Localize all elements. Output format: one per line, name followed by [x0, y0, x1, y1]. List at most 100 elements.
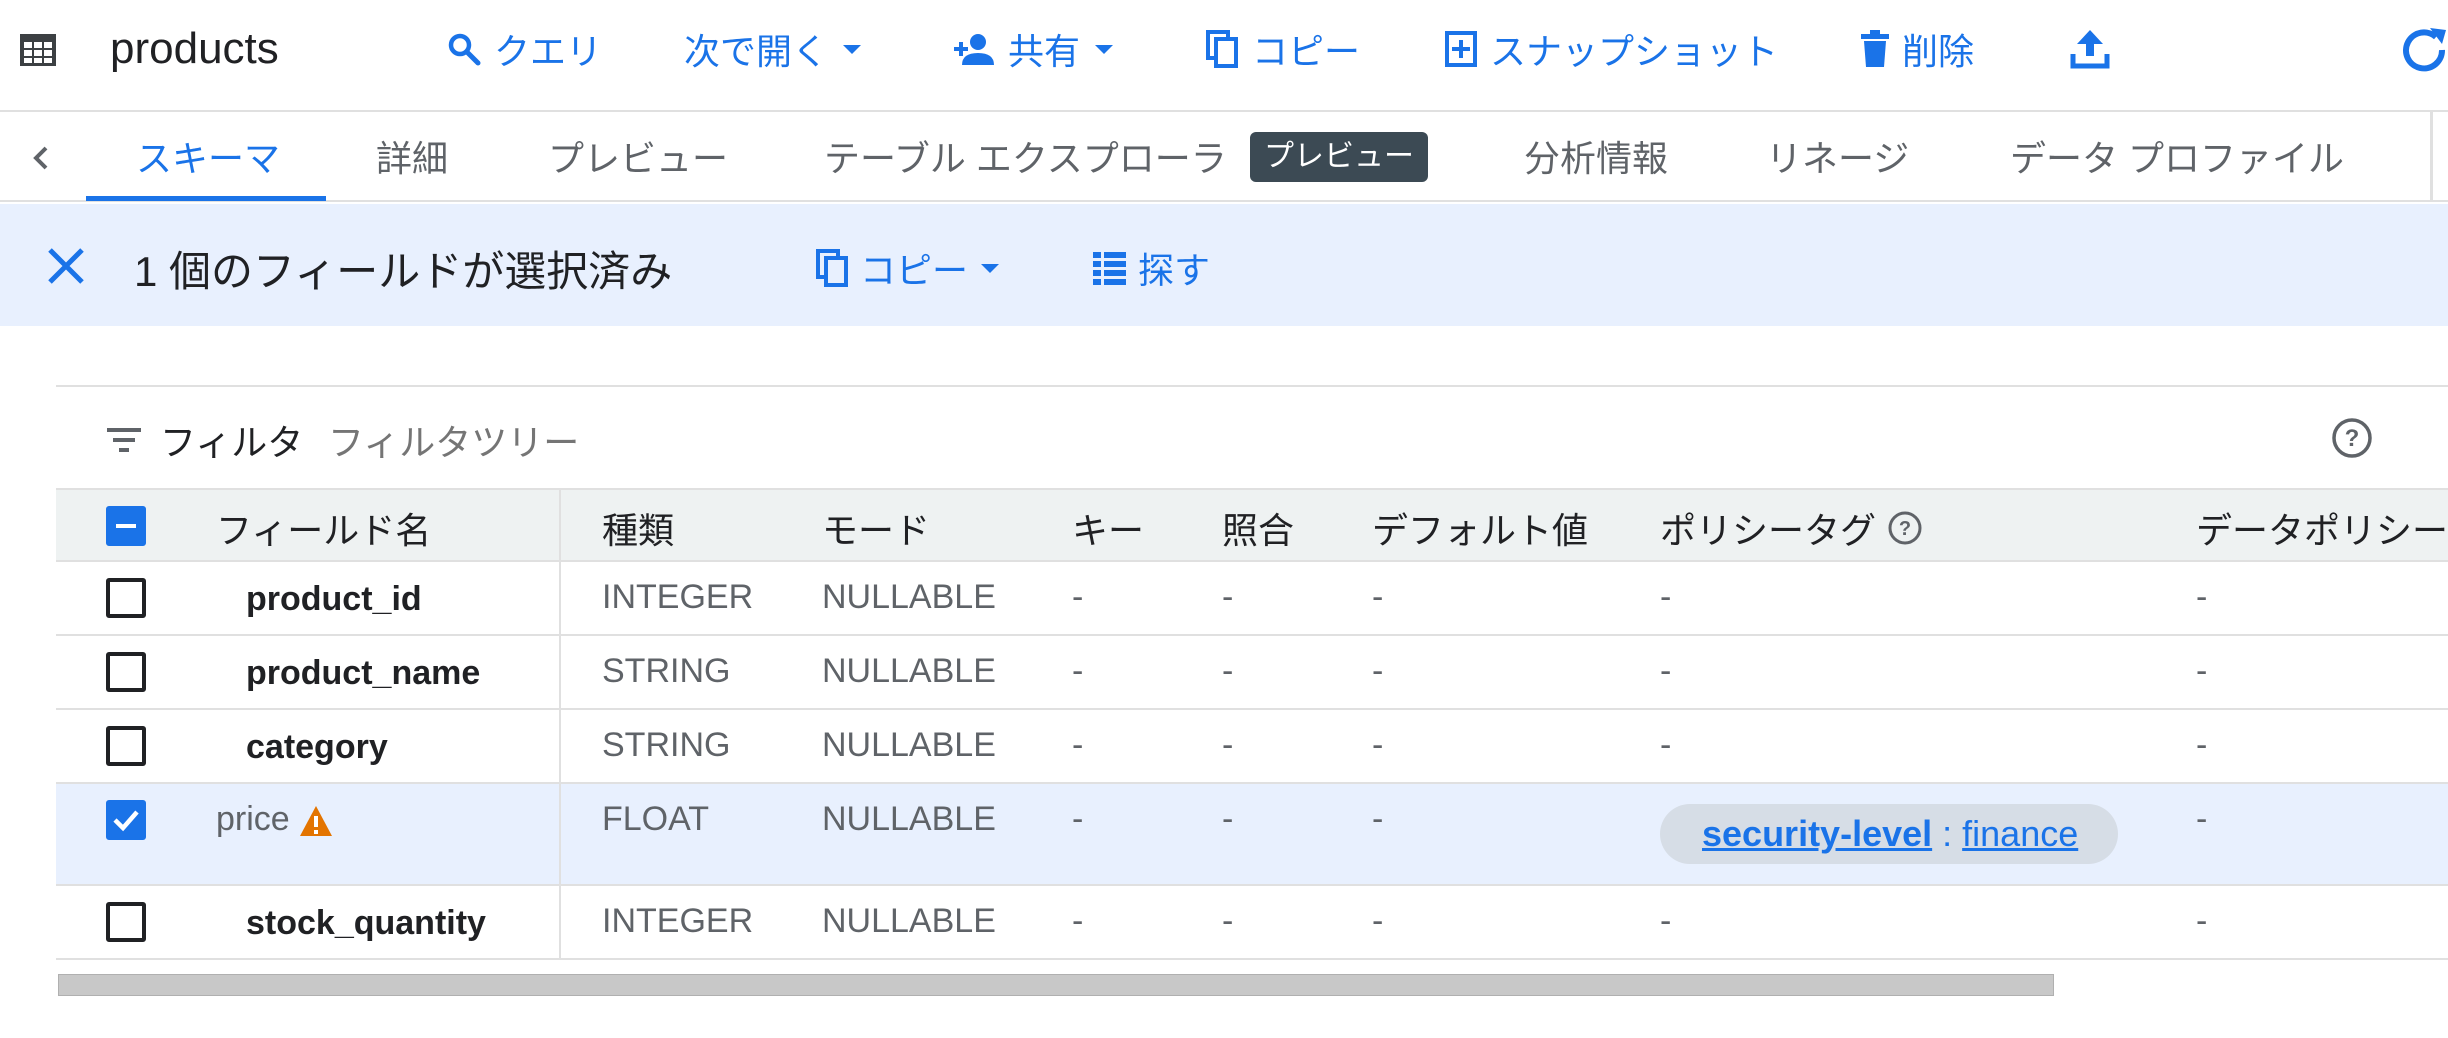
field-data-policy: -	[2196, 800, 2208, 838]
search-icon	[448, 33, 481, 66]
policy-tag-chip[interactable]: security-level : finance	[1660, 804, 2118, 864]
chevron-left-icon[interactable]	[24, 140, 60, 176]
help-icon[interactable]: ?	[2330, 416, 2374, 460]
header-collation[interactable]: 照合	[1222, 502, 1294, 554]
field-name: product_id	[246, 580, 422, 618]
row-checkbox[interactable]	[106, 652, 146, 692]
filter-input[interactable]: フィルタツリー	[328, 414, 579, 466]
header-policy-tag[interactable]: ポリシータグ ?	[1660, 502, 1924, 554]
banner-copy-button[interactable]: コピー	[816, 244, 1002, 292]
copy-button[interactable]: コピー	[1206, 24, 1360, 74]
explore-label: 探す	[1138, 250, 1211, 291]
field-type: FLOAT	[602, 800, 710, 838]
policy-tag-name[interactable]: security-level	[1702, 813, 1932, 854]
field-mode: NULLABLE	[822, 652, 996, 690]
tab-schema[interactable]: スキーマ	[136, 130, 280, 182]
policy-tag-separator: :	[1932, 813, 1963, 854]
active-tab-indicator	[86, 196, 326, 201]
share-label: 共有	[1008, 31, 1081, 72]
tab-table-explorer[interactable]: テーブル エクスプローラ	[824, 130, 1227, 182]
copy-label: コピー	[1252, 31, 1361, 72]
table-row[interactable]: stock_quantity INTEGER NULLABLE - - - - …	[56, 886, 2448, 960]
policy-tag-value[interactable]: finance	[1962, 813, 2078, 854]
header-default-value[interactable]: デフォルト値	[1372, 502, 1588, 554]
header-type[interactable]: 種類	[602, 502, 674, 554]
header-data-policy[interactable]: データポリシー	[2196, 502, 2448, 554]
horizontal-scrollbar[interactable]	[58, 974, 2054, 996]
list-icon	[1093, 252, 1126, 285]
help-icon[interactable]: ?	[1886, 509, 1924, 547]
copy-icon	[816, 249, 848, 287]
tab-details[interactable]: 詳細	[376, 130, 448, 182]
snapshot-icon	[1445, 31, 1477, 67]
row-checkbox-checked[interactable]	[106, 800, 146, 840]
header-field-name[interactable]: フィールド名	[216, 502, 431, 554]
field-collation: -	[1222, 578, 1234, 616]
header-policy-tag-label: ポリシータグ	[1660, 510, 1877, 551]
dropdown-icon	[1095, 45, 1114, 54]
table-title: products	[110, 24, 279, 73]
share-button[interactable]: 共有	[952, 24, 1116, 74]
field-type: STRING	[602, 652, 731, 690]
tab-preview[interactable]: プレビュー	[548, 130, 728, 182]
copy-icon	[1206, 30, 1238, 68]
field-key: -	[1072, 578, 1084, 616]
field-mode: NULLABLE	[822, 902, 996, 940]
snapshot-button[interactable]: スナップショット	[1444, 24, 1778, 74]
table-row[interactable]: product_id INTEGER NULLABLE - - - - -	[56, 562, 2448, 636]
field-key: -	[1072, 902, 1084, 940]
table-header: フィールド名 種類 モード キー 照合 デフォルト値 ポリシータグ ? データポ…	[56, 488, 2448, 562]
table-icon	[20, 34, 56, 66]
field-policy-tag: -	[1660, 578, 1672, 616]
field-data-policy: -	[2196, 652, 2208, 690]
field-data-policy: -	[2196, 902, 2208, 940]
field-collation: -	[1222, 726, 1234, 764]
header-key[interactable]: キー	[1072, 502, 1144, 554]
field-type: INTEGER	[602, 902, 754, 940]
delete-button[interactable]: 削除	[1860, 24, 1974, 74]
filter-icon[interactable]	[104, 420, 144, 460]
field-name: product_name	[246, 654, 481, 692]
divider	[56, 385, 2448, 387]
tab-insights[interactable]: 分析情報	[1524, 130, 1668, 182]
row-checkbox[interactable]	[106, 902, 146, 942]
select-all-checkbox[interactable]	[106, 506, 146, 546]
field-default: -	[1372, 652, 1384, 690]
field-data-policy: -	[2196, 578, 2208, 616]
tab-lineage[interactable]: リネージ	[1766, 130, 1909, 182]
field-mode: NULLABLE	[822, 800, 996, 838]
svg-text:?: ?	[2345, 425, 2360, 452]
banner-copy-label: コピー	[860, 250, 969, 291]
person-add-icon	[954, 34, 994, 65]
table-row-selected[interactable]: price FLOAT NULLABLE - - - security-leve…	[56, 784, 2448, 886]
field-key: -	[1072, 726, 1084, 764]
row-checkbox[interactable]	[106, 726, 146, 766]
open-next-button[interactable]: 次で開く	[684, 24, 864, 74]
field-default: -	[1372, 800, 1384, 838]
svg-text:?: ?	[1899, 518, 1911, 540]
upload-icon	[2070, 30, 2110, 69]
tab-bar: スキーマ 詳細 プレビュー テーブル エクスプローラ プレビュー 分析情報 リネ…	[0, 110, 2448, 202]
dropdown-icon	[981, 264, 1000, 273]
close-icon[interactable]	[42, 242, 90, 290]
selection-banner: 1 個のフィールドが選択済み コピー 探す	[0, 204, 2448, 326]
explore-button[interactable]: 探す	[1092, 244, 1210, 292]
delete-label: 削除	[1902, 31, 1975, 72]
field-key: -	[1072, 652, 1084, 690]
field-mode: NULLABLE	[822, 726, 996, 764]
preview-badge: プレビュー	[1250, 132, 1428, 182]
field-key: -	[1072, 800, 1084, 838]
query-button[interactable]: クエリ	[446, 24, 602, 74]
header-mode[interactable]: モード	[822, 502, 930, 554]
column-divider[interactable]	[559, 488, 561, 958]
refresh-icon[interactable]	[2394, 20, 2448, 80]
export-button[interactable]	[2070, 24, 2110, 74]
open-next-label: 次で開く	[684, 31, 829, 72]
warning-icon[interactable]	[298, 804, 334, 838]
tab-data-profile[interactable]: データ プロファイル	[2010, 130, 2344, 182]
table-row[interactable]: category STRING NULLABLE - - - - -	[56, 710, 2448, 784]
table-row[interactable]: product_name STRING NULLABLE - - - - -	[56, 636, 2448, 710]
row-checkbox[interactable]	[106, 578, 146, 618]
field-name: category	[246, 728, 388, 766]
selection-count-text: 1 個のフィールドが選択済み	[134, 248, 673, 295]
